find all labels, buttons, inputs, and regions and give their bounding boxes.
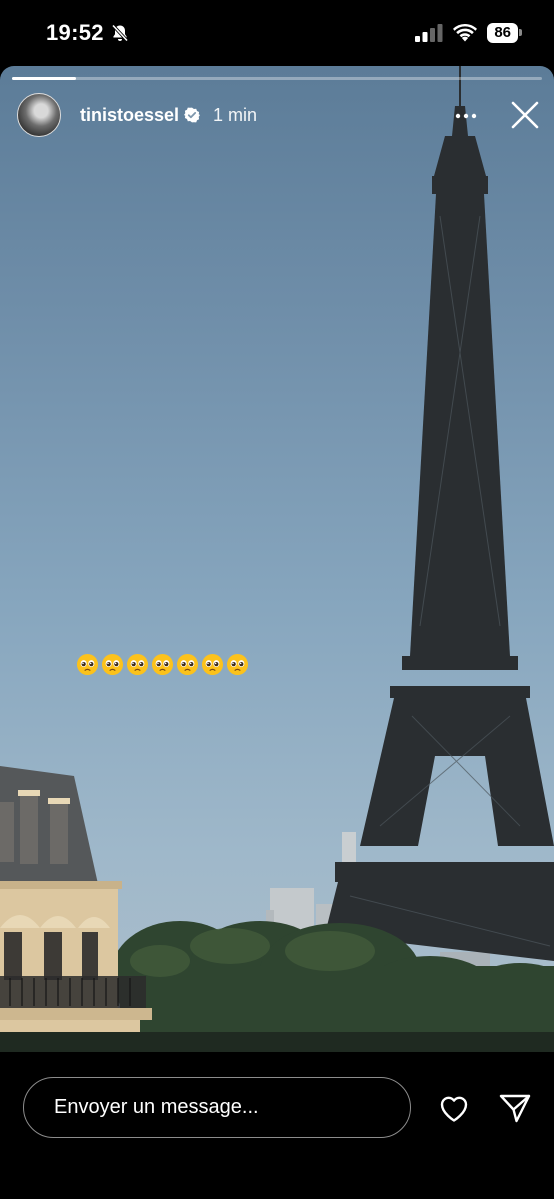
story-time-ago: 1 min <box>213 104 258 125</box>
reply-message-input[interactable]: Envoyer un message... <box>23 1077 411 1138</box>
heart-icon <box>440 1096 468 1122</box>
pleading-face-emoji <box>176 653 199 676</box>
story-photo <box>0 66 554 1052</box>
pleading-face-emoji <box>226 653 249 676</box>
story-username[interactable]: tinistoessel <box>80 105 179 126</box>
story-progress-track <box>12 77 542 80</box>
pleading-face-emoji <box>151 653 174 676</box>
close-button[interactable] <box>508 98 542 132</box>
close-icon <box>511 101 539 129</box>
story-header: tinistoessel 1 min <box>17 92 554 138</box>
story-emoji-sticker <box>76 653 249 676</box>
reply-bar: Envoyer un message... <box>0 1052 554 1199</box>
story-progress-fill <box>12 77 76 80</box>
avatar[interactable] <box>17 93 61 137</box>
battery-indicator: 86 <box>487 23 522 43</box>
pleading-face-emoji <box>101 653 124 676</box>
bell-slash-icon <box>111 24 128 42</box>
send-icon <box>499 1094 531 1123</box>
like-button[interactable] <box>436 1090 472 1126</box>
pleading-face-emoji <box>201 653 224 676</box>
wifi-icon <box>453 24 478 42</box>
more-options-button[interactable] <box>454 104 478 128</box>
cellular-signal-icon <box>415 24 443 42</box>
status-time-group: 19:52 <box>46 20 130 46</box>
story-viewer[interactable]: tinistoessel 1 min <box>0 66 554 1052</box>
share-button[interactable] <box>497 1090 533 1126</box>
status-right: 86 <box>415 23 522 43</box>
more-dots-icon <box>455 113 477 119</box>
pleading-face-emoji <box>76 653 99 676</box>
pleading-face-emoji <box>126 653 149 676</box>
verified-badge-icon <box>184 107 201 123</box>
status-time: 19:52 <box>46 20 104 45</box>
status-bar: 19:52 86 <box>0 0 554 66</box>
